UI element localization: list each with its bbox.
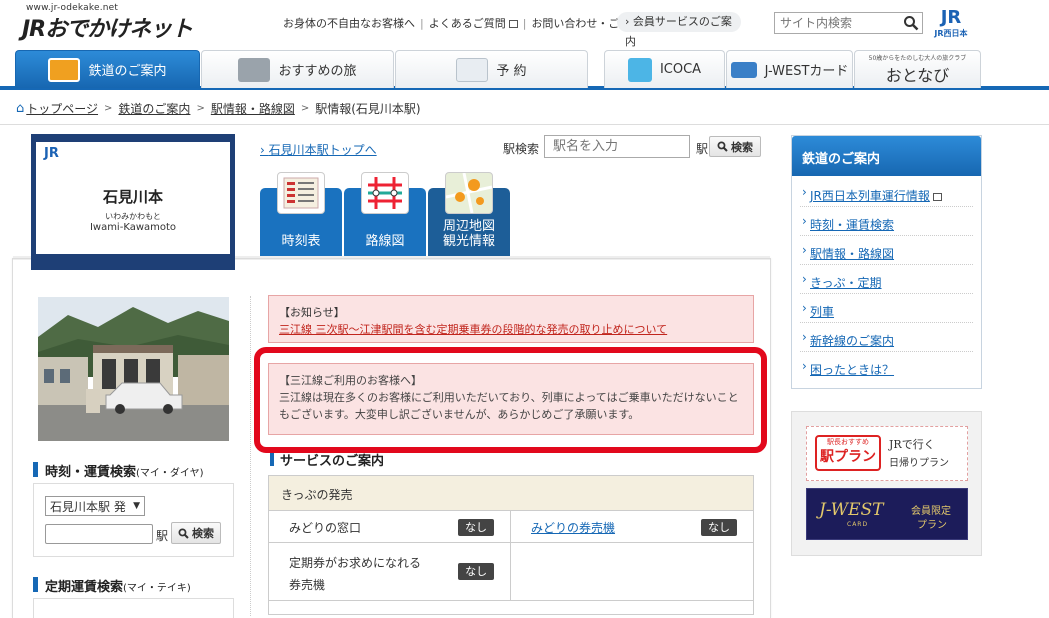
site-logo[interactable]: JRおでかけネット	[22, 11, 193, 43]
member-service-button[interactable]: › 会員サービスのご案内	[617, 12, 741, 48]
dropdown-arrow-icon: ▼	[133, 501, 140, 511]
search-icon	[178, 528, 189, 539]
station-kana: いわみかわもと	[105, 212, 161, 221]
map-pin-icon	[445, 172, 493, 214]
station-search-label: 駅検索	[503, 142, 540, 156]
status-badge: なし	[701, 519, 737, 536]
jr-west-corp-logo[interactable]: JR JR西日本	[930, 7, 972, 39]
pass-fare-search-heading: 定期運賃検索(マイ・テイキ)	[33, 576, 191, 595]
side-nav-item-tickets[interactable]: きっぷ・定期	[800, 265, 973, 294]
service-table: きっぷの発売 みどりの窓口 なし みどりの券売機 なし 定期券がお求めになれる券…	[268, 475, 754, 615]
midori-ticket-machine-link[interactable]: みどりの券売機	[531, 521, 615, 535]
breadcrumb: ⌂ トップページ > 鉄道のご案内 > 駅情報・路線図 > 駅情報(石見川本駅)	[16, 100, 421, 117]
jwest-card-banner[interactable]: J-WEST CARD 会員限定 プラン	[806, 488, 968, 540]
external-window-icon	[508, 20, 518, 28]
ekicho-plan-banner[interactable]: 駅長おすすめ 駅プラン JRで行く 日帰りプラン	[806, 426, 968, 481]
status-badge: なし	[458, 563, 495, 580]
breadcrumb-station-info[interactable]: 駅情報・路線図	[211, 100, 295, 117]
external-window-icon	[932, 192, 942, 201]
jr-logo: JR	[44, 146, 59, 161]
side-nav-item-operation-info[interactable]: JR西日本列車運行情報	[800, 178, 973, 207]
nav-tab-jwest-card[interactable]: J-WESTカード	[726, 50, 853, 88]
railway-side-nav: 鉄道のご案内 JR西日本列車運行情報 時刻・運賃検索 駅情報・路線図 きっぷ・定…	[791, 135, 982, 389]
search-icon	[717, 141, 728, 152]
timetable-search-box	[33, 483, 234, 557]
icoca-icon	[627, 57, 652, 82]
tab-area-map[interactable]: 周辺地図 観光情報	[428, 172, 510, 256]
service-heading: サービスのご案内	[270, 450, 384, 469]
station-photo	[38, 297, 229, 441]
nav-tab-recommended-trips[interactable]: おすすめの旅	[201, 50, 394, 88]
notice-box: 【お知らせ】 三江線 三次駅〜江津駅間を含む定期乗車券の段階的な発売の取り止めに…	[268, 295, 754, 343]
service-table-caption: きっぷの発売	[269, 476, 753, 511]
side-nav-item-trains[interactable]: 列車	[800, 294, 973, 323]
table-row: みどりの窓口 なし みどりの券売機 なし	[269, 511, 753, 543]
side-nav-item-station-info[interactable]: 駅情報・路線図	[800, 236, 973, 265]
nav-tab-otonavi[interactable]: 50歳からをたのしむ大人の旅クラブ おとなび	[854, 50, 981, 88]
station-top-link[interactable]: › 石見川本駅トップへ	[260, 141, 377, 158]
status-badge: なし	[458, 519, 494, 536]
shinkansen-icon	[456, 57, 489, 82]
timetable-search-button[interactable]: 検索	[171, 522, 221, 544]
nav-tab-icoca[interactable]: ICOCA	[604, 50, 725, 88]
red-highlight-frame	[254, 347, 767, 453]
timetable-icon	[277, 172, 325, 214]
breadcrumb-current: 駅情報(石見川本駅)	[315, 102, 421, 116]
tab-timetable[interactable]: 時刻表	[260, 172, 342, 256]
breadcrumb-top[interactable]: トップページ	[26, 100, 98, 117]
direction-select[interactable]: 石見川本駅 発 ▼	[45, 496, 145, 516]
site-search-box	[774, 12, 923, 34]
nav-tab-railway[interactable]: 鉄道のご案内	[15, 50, 200, 88]
utility-links: お身体の不自由なお客様へ | よくあるご質問 | お問い合わせ・ご意見	[283, 15, 654, 31]
side-nav-heading: 鉄道のご案内	[792, 136, 981, 176]
station-search-suffix: 駅	[696, 142, 709, 156]
timetable-search-heading: 時刻・運賃検索(マイ・ダイヤ)	[33, 461, 204, 480]
camera-icon	[238, 57, 271, 82]
table-row: 定期券がお求めになれる券売機 なし	[269, 543, 753, 601]
nav-tab-reservation[interactable]: 予 約	[395, 50, 588, 88]
credit-card-icon	[730, 61, 757, 78]
util-link-accessibility[interactable]: お身体の不自由なお客様へ	[283, 15, 415, 31]
station-roman: Iwami-Kawamoto	[89, 222, 177, 233]
side-nav-item-shinkansen[interactable]: 新幹線のご案内	[800, 323, 973, 352]
station-search-button[interactable]: 検索	[709, 136, 761, 157]
train-icon	[48, 57, 81, 82]
home-icon: ⌂	[16, 101, 25, 116]
destination-input[interactable]	[45, 524, 153, 544]
side-nav-item-timetable[interactable]: 時刻・運賃検索	[800, 207, 973, 236]
search-icon[interactable]	[903, 15, 919, 31]
breadcrumb-railway[interactable]: 鉄道のご案内	[118, 100, 190, 117]
station-search-input[interactable]	[544, 135, 690, 158]
tab-route-map[interactable]: 路線図	[344, 172, 426, 256]
side-nav-item-help[interactable]: 困ったときは？	[800, 352, 973, 381]
notice-link[interactable]: 三江線 三次駅〜江津駅間を含む定期乗車券の段階的な発売の取り止めについて	[279, 323, 667, 336]
site-search-input[interactable]	[775, 13, 895, 33]
station-name: 石見川本	[102, 188, 163, 206]
site-header: www.jr-odekake.net JRおでかけネット お身体の不自由なお客様…	[0, 0, 1049, 48]
global-nav: 鉄道のご案内 おすすめの旅 予 約 ICOCA J-WESTカード 50歳からを…	[0, 48, 1049, 90]
route-map-icon	[361, 172, 409, 214]
station-name-plate: JR 石見川本 いわみかわもと Iwami-Kawamoto	[31, 134, 235, 270]
util-link-faq[interactable]: よくあるご質問	[429, 15, 518, 31]
